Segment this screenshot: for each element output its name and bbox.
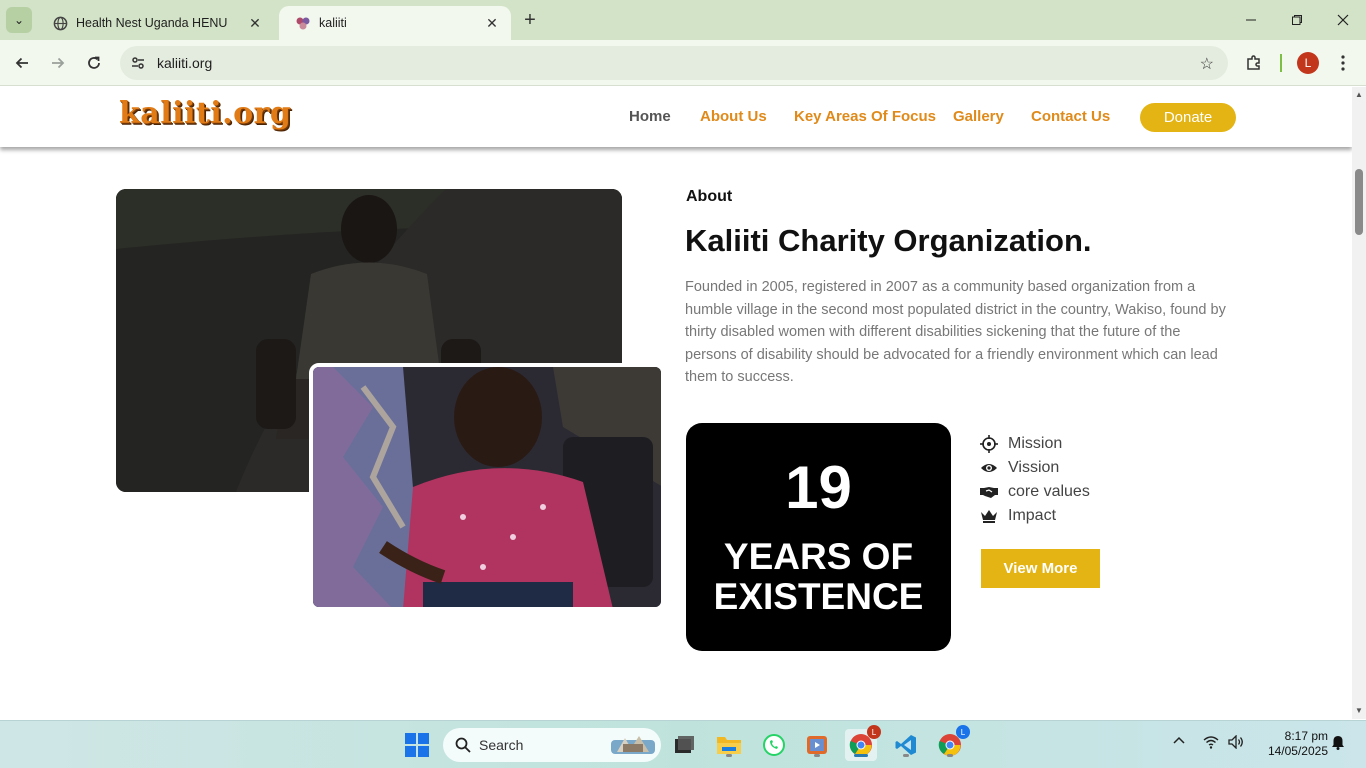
years-number: 19	[785, 454, 852, 521]
vscode-app[interactable]	[890, 729, 922, 761]
running-indicator	[947, 754, 953, 757]
handshake-icon	[980, 483, 998, 501]
crosshair-icon	[980, 435, 998, 453]
about-description: Founded in 2005, registered in 2007 as a…	[685, 279, 1226, 386]
profile-badge-icon: L	[867, 725, 881, 739]
task-view-button[interactable]	[668, 729, 700, 761]
profile-badge-icon: L	[956, 725, 970, 739]
task-view-icon	[675, 736, 694, 753]
arrow-left-icon	[15, 57, 28, 69]
scrollbar-thumb[interactable]	[1355, 169, 1363, 235]
feature-label: Impact	[1008, 507, 1057, 524]
browser-tab-bar: ⌄ Health Nest Uganda HENU ✕ kaliiti ✕ +	[0, 0, 1366, 40]
restore-button[interactable]	[1274, 0, 1320, 40]
search-highlight-icon	[611, 732, 655, 763]
browser-toolbar: kaliiti.org ☆ L	[0, 40, 1366, 86]
show-hidden-icons-button[interactable]	[1173, 735, 1185, 750]
about-photo-small	[309, 363, 665, 611]
volume-icon[interactable]	[1228, 734, 1244, 752]
view-more-button[interactable]: View More	[981, 549, 1100, 588]
url-text: kaliiti.org	[157, 55, 213, 71]
scroll-down-icon[interactable]: ▼	[1355, 706, 1363, 715]
search-label: Search	[479, 737, 524, 753]
folder-icon	[717, 737, 741, 754]
wifi-icon[interactable]	[1203, 735, 1219, 752]
minimize-button[interactable]	[1228, 0, 1274, 40]
clock-time: 8:17 pm	[1284, 729, 1328, 743]
whatsapp-icon	[763, 734, 785, 756]
close-tab-icon[interactable]: ✕	[483, 14, 501, 32]
tab-title: kaliiti	[319, 16, 347, 30]
windows-taskbar: Search L L 8:17 pm 14/05/2025	[0, 720, 1366, 768]
feature-label: core values	[1008, 483, 1090, 500]
eye-icon	[980, 459, 998, 477]
menu-button[interactable]	[1330, 50, 1356, 76]
running-indicator	[814, 754, 820, 757]
chevron-up-icon	[1173, 736, 1185, 744]
years-label: YEARS OF EXISTENCE	[713, 536, 924, 617]
whatsapp-app[interactable]	[758, 729, 790, 761]
puzzle-icon	[1247, 55, 1260, 70]
browser-tab-kaliiti[interactable]: kaliiti ✕	[279, 6, 511, 40]
feature-label: Mission	[1008, 435, 1063, 452]
feature-core-values[interactable]: core values	[980, 482, 1090, 502]
nav-contact-us[interactable]: Contact Us	[1031, 108, 1110, 125]
site-header: kaliiti.org Home About Us Key Areas Of F…	[0, 87, 1352, 147]
taskbar-search[interactable]: Search	[443, 728, 661, 762]
reload-button[interactable]	[81, 50, 107, 76]
back-button[interactable]	[9, 50, 35, 76]
active-indicator	[854, 754, 868, 757]
years-of-existence-card: 19 YEARS OF EXISTENCE	[686, 423, 951, 651]
reload-icon	[88, 56, 100, 69]
feature-label: Vission	[1008, 459, 1060, 476]
chrome-app-second[interactable]: L	[934, 725, 970, 761]
chrome-app-active[interactable]: L	[845, 725, 881, 761]
start-button[interactable]	[401, 729, 433, 761]
profile-avatar[interactable]: L	[1297, 52, 1319, 74]
extensions-button[interactable]	[1241, 50, 1267, 76]
page-viewport: kaliiti.org Home About Us Key Areas Of F…	[0, 87, 1352, 719]
toolbar-divider	[1280, 54, 1282, 72]
notification-bell-icon[interactable]	[1331, 735, 1345, 753]
forward-button[interactable]	[45, 50, 71, 76]
bookmark-star-icon[interactable]: ☆	[1200, 54, 1214, 74]
page-scrollbar[interactable]: ▲ ▼	[1352, 87, 1366, 719]
site-favicon-icon	[295, 15, 311, 31]
feature-mission[interactable]: Mission	[980, 434, 1062, 454]
globe-icon	[52, 15, 68, 31]
feature-vission[interactable]: Vission	[980, 458, 1059, 478]
crown-icon	[980, 507, 998, 525]
site-info-icon[interactable]	[128, 55, 148, 71]
new-tab-button[interactable]: +	[519, 9, 541, 31]
donate-button[interactable]: Donate	[1140, 103, 1236, 132]
nav-gallery[interactable]: Gallery	[953, 108, 1004, 125]
close-tab-icon[interactable]: ✕	[246, 14, 264, 32]
nav-home[interactable]: Home	[629, 108, 671, 125]
chevron-down-icon: ⌄	[13, 13, 25, 27]
scroll-up-icon[interactable]: ▲	[1355, 90, 1363, 99]
running-indicator	[903, 754, 909, 757]
about-heading: Kaliiti Charity Organization.	[685, 223, 1092, 258]
search-icon	[455, 737, 471, 753]
windows-logo-icon	[405, 733, 429, 757]
close-window-button[interactable]	[1320, 0, 1366, 40]
nav-about-us[interactable]: About Us	[700, 108, 767, 125]
feature-impact[interactable]: Impact	[980, 506, 1056, 526]
media-app[interactable]	[801, 729, 833, 761]
address-bar[interactable]: kaliiti.org ☆	[120, 46, 1228, 80]
clock-date: 14/05/2025	[1267, 744, 1328, 758]
tab-title: Health Nest Uganda HENU	[76, 16, 228, 30]
arrow-right-icon	[52, 57, 65, 69]
taskbar-clock[interactable]: 8:17 pm 14/05/2025	[1256, 729, 1328, 759]
nav-key-areas[interactable]: Key Areas Of Focus	[794, 108, 936, 125]
about-section-label: About	[686, 188, 733, 205]
file-explorer-app[interactable]	[713, 729, 745, 761]
tab-search-button[interactable]: ⌄	[6, 7, 32, 33]
running-indicator	[726, 754, 732, 757]
kebab-menu-icon	[1341, 55, 1345, 71]
browser-tab-henu[interactable]: Health Nest Uganda HENU ✕	[36, 6, 274, 40]
site-logo[interactable]: kaliiti.org	[119, 96, 291, 131]
